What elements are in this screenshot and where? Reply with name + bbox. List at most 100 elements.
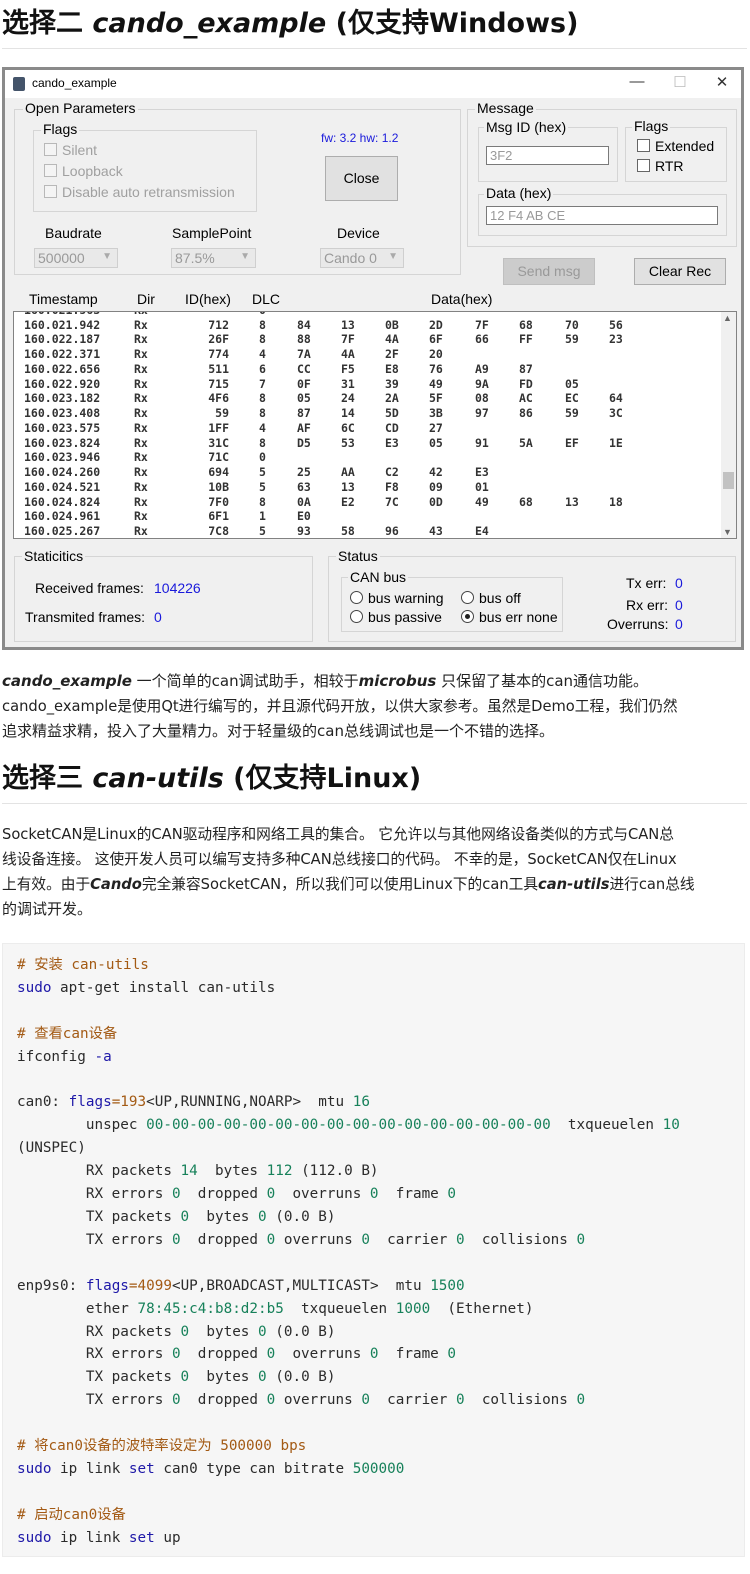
maximize-icon[interactable]: ☐ bbox=[660, 73, 700, 91]
table-cell: 18 bbox=[609, 494, 623, 509]
data-input[interactable]: 12 F4 AB CE bbox=[486, 206, 718, 225]
vertical-scrollbar[interactable]: ▲ ▼ bbox=[721, 312, 736, 538]
scroll-thumb[interactable] bbox=[723, 472, 734, 489]
table-cell: 160.022.656 bbox=[24, 361, 101, 376]
table-cell: 5A bbox=[519, 435, 533, 450]
col-header-dir: Dir bbox=[137, 291, 155, 307]
device-label: Device bbox=[337, 225, 380, 241]
table-cell: 68 bbox=[519, 494, 533, 509]
table-cell: 13 bbox=[565, 494, 579, 509]
table-cell: 6C bbox=[341, 420, 355, 435]
loopback-checkbox[interactable]: Loopback bbox=[44, 163, 123, 179]
bus-err-none-radio[interactable]: bus err none bbox=[461, 609, 558, 625]
clear-rec-button[interactable]: Clear Rec bbox=[634, 258, 726, 285]
table-row[interactable]: 160.024.521 Rx 10B 5 63 13 F8 09 01 bbox=[14, 480, 722, 495]
table-cell: 14 bbox=[341, 406, 355, 420]
table-cell: 8 bbox=[259, 406, 266, 420]
table-row[interactable]: 160.023.182 Rx 4F6 8 05 24 2A 5F 08 AC EC 64 bbox=[14, 391, 722, 406]
checkbox-box bbox=[637, 159, 650, 172]
table-cell: 160.023.182 bbox=[24, 391, 101, 406]
code-comment: # 启动can0设备 bbox=[17, 1506, 126, 1523]
table-cell: 49 bbox=[475, 494, 489, 509]
baudrate-select[interactable]: 500000 ▼ bbox=[34, 248, 118, 268]
table-cell: Rx bbox=[134, 435, 148, 450]
samplepoint-select[interactable]: 87.5% ▼ bbox=[171, 248, 256, 268]
table-cell: Rx bbox=[134, 317, 148, 332]
table-cell: E8 bbox=[385, 361, 399, 376]
table-cell: 774 bbox=[208, 347, 229, 361]
table-cell: Rx bbox=[134, 524, 148, 538]
silent-checkbox[interactable]: Silent bbox=[44, 142, 97, 158]
scroll-down-icon[interactable]: ▼ bbox=[723, 527, 732, 537]
table-cell: 10B bbox=[208, 479, 229, 494]
table-cell: AF bbox=[297, 420, 311, 435]
table-cell: 42 bbox=[429, 465, 443, 479]
status-label: Status bbox=[336, 548, 380, 564]
bus-off-radio[interactable]: bus off bbox=[461, 590, 521, 606]
table-cell: 0 bbox=[259, 312, 266, 317]
bus-warning-radio[interactable]: bus warning bbox=[350, 590, 444, 606]
minimize-icon[interactable]: — bbox=[617, 73, 657, 90]
table-row[interactable]: 160.022.187 Rx 26F 8 88 7F 4A 6F 66 FF 59 23 bbox=[14, 332, 722, 347]
code-comment: # 安装 can-utils bbox=[17, 957, 149, 973]
table-row[interactable]: 160.023.946 Rx 71C 0 bbox=[14, 450, 722, 465]
message-flags-label: Flags bbox=[632, 118, 671, 134]
table-row[interactable]: 160.021.942 Rx 712 8 84 13 0B 2D 7F 68 70 56 bbox=[14, 318, 722, 333]
table-row[interactable]: 160.022.371 Rx 774 4 7A 4A 2F 20 bbox=[14, 347, 722, 362]
table-row[interactable]: 160.023.575 Rx 1FF 4 AF 6C CD 27 bbox=[14, 421, 722, 436]
table-cell: 64 bbox=[609, 391, 623, 406]
send-msg-button[interactable]: Send msg bbox=[503, 258, 595, 285]
rtr-checkbox[interactable]: RTR bbox=[637, 158, 684, 174]
table-cell: A9 bbox=[475, 361, 489, 376]
table-cell: 0B bbox=[385, 317, 399, 332]
table-cell: 712 bbox=[208, 317, 229, 332]
table-cell: 2D bbox=[429, 317, 443, 332]
table-cell: 7C8 bbox=[208, 524, 229, 538]
table-row[interactable]: 160.025.267 Rx 7C8 5 93 58 96 43 E4 bbox=[14, 524, 722, 538]
table-cell: 0D bbox=[429, 494, 443, 509]
table-cell: 0A bbox=[297, 494, 311, 509]
statistics-group bbox=[14, 556, 313, 642]
table-row[interactable]: 160.024.260 Rx 694 5 25 AA C2 42 E3 bbox=[14, 465, 722, 480]
table-row[interactable]: 160.024.824 Rx 7F0 8 0A E2 7C 0D 49 68 13 18 bbox=[14, 495, 722, 510]
table-cell: 71C bbox=[208, 450, 229, 465]
table-cell: 6F bbox=[429, 332, 443, 347]
table-cell: E4 bbox=[475, 524, 489, 538]
bus-passive-radio[interactable]: bus passive bbox=[350, 609, 442, 625]
close-button[interactable]: Close bbox=[325, 156, 398, 201]
chevron-down-icon: ▼ bbox=[102, 251, 112, 262]
table-cell: 5 bbox=[259, 479, 266, 494]
table-cell: Rx bbox=[134, 479, 148, 494]
chevron-down-icon: ▼ bbox=[388, 251, 398, 262]
disable-auto-retransmission-checkbox[interactable]: Disable auto retransmission bbox=[44, 184, 235, 200]
extended-checkbox[interactable]: Extended bbox=[637, 138, 714, 154]
rx-err-label: Rx err: bbox=[626, 597, 668, 613]
close-window-icon[interactable]: ✕ bbox=[702, 73, 742, 91]
overruns-value: 0 bbox=[675, 616, 683, 632]
radio-circle bbox=[461, 591, 474, 604]
table-row[interactable]: 160.022.656 Rx 511 6 CC F5 E8 76 A9 87 bbox=[14, 362, 722, 377]
table-row[interactable]: 160.023.824 Rx 31C 8 D5 53 E3 05 91 5A EF 1E bbox=[14, 436, 722, 451]
table-cell: 59 bbox=[565, 406, 579, 420]
table-cell: 4A bbox=[385, 332, 399, 347]
table-cell: 8 bbox=[259, 317, 266, 332]
table-row[interactable]: 160.022.920 Rx 715 7 0F 31 39 49 9A FD 05 bbox=[14, 377, 722, 392]
table-cell: 160.024.961 bbox=[24, 509, 101, 524]
open-flags-label: Flags bbox=[41, 121, 80, 137]
col-header-dlc: DLC bbox=[252, 291, 281, 307]
frames-listbox[interactable]: 160.021.563Rx0160.021.942Rx712884130B2D7… bbox=[13, 311, 737, 539]
table-cell: 59 bbox=[565, 332, 579, 347]
table-row[interactable]: 160.023.408 Rx 59 8 87 14 5D 3B 97 86 59 3C bbox=[14, 406, 722, 421]
device-select[interactable]: Cando 0 ▼ bbox=[320, 248, 404, 268]
tx-err-label: Tx err: bbox=[626, 575, 667, 591]
checkbox-box bbox=[44, 185, 57, 198]
table-cell: 13 bbox=[341, 479, 355, 494]
msgid-input[interactable]: 3F2 bbox=[486, 146, 609, 165]
table-cell: 7C bbox=[385, 494, 399, 509]
scroll-up-icon[interactable]: ▲ bbox=[723, 313, 732, 323]
table-cell: 76 bbox=[429, 361, 443, 376]
table-cell: 13 bbox=[341, 317, 355, 332]
table-cell: EF bbox=[565, 435, 579, 450]
table-cell: 53 bbox=[341, 435, 355, 450]
table-row[interactable]: 160.024.961 Rx 6F1 1 E0 bbox=[14, 509, 722, 524]
